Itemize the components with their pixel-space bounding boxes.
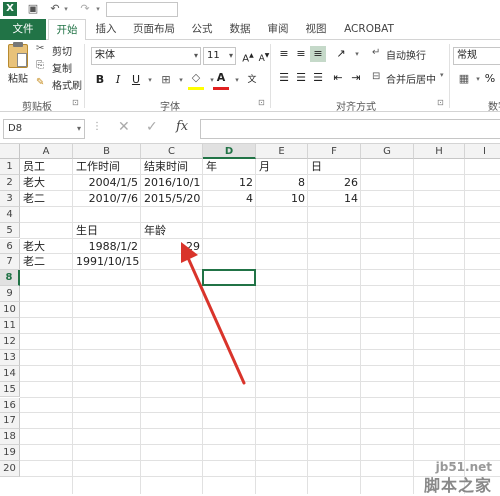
group-divider <box>84 44 85 108</box>
worksheet-grid[interactable]: ABCDEFGHI 1 2 3 4 5 6 7 8 9 10 11 12 13 14 15 16 17 18 19 2… <box>0 144 500 494</box>
undo-dropdown-icon[interactable]: ▾ <box>62 2 70 16</box>
quick-access-toolbar: X ▣ ↶ ▾ ↷ ▾ <box>0 0 500 19</box>
phonetic-icon[interactable]: 文 <box>244 72 260 88</box>
customize-qat-icon[interactable]: ▾ <box>94 2 102 16</box>
insert-function-icon[interactable]: fx <box>176 119 188 134</box>
cut-button[interactable]: 剪切 <box>52 43 72 58</box>
orientation-dropdown-icon[interactable]: ▾ <box>349 46 365 62</box>
name-box-value: D8 <box>8 123 23 134</box>
copy-button[interactable]: 复制 <box>52 60 72 75</box>
orientation-icon[interactable]: ↗ <box>333 46 349 62</box>
ribbon: 粘贴 ✂ 剪切 ⎘ 复制 ✎ 格式刷 剪贴板 ⊡ 宋体 ▾ 11 ▾ A▲ A▼ B… <box>0 40 500 113</box>
tab-review[interactable]: 审阅 <box>262 19 294 40</box>
save-icon[interactable]: ▣ <box>26 2 40 16</box>
increase-indent-icon[interactable]: ⇥ <box>348 70 364 86</box>
align-bottom-icon[interactable]: ≡ <box>310 46 326 62</box>
increase-font-icon[interactable]: A▲ <box>240 48 256 64</box>
title-field <box>106 2 178 17</box>
font-color-swatch <box>213 87 229 90</box>
font-size-value: 11 <box>207 50 220 61</box>
copy-icon[interactable]: ⎘ <box>36 60 44 71</box>
align-left-icon[interactable]: ☰ <box>276 70 292 86</box>
font-name-value: 宋体 <box>95 50 115 61</box>
paste-button[interactable]: 粘贴 <box>8 70 28 85</box>
font-group-label: 字体 <box>160 102 180 113</box>
paste-icon[interactable] <box>8 42 28 68</box>
merge-center-button[interactable]: 合并后居中 <box>386 71 436 86</box>
enter-icon[interactable]: ✓ <box>146 119 158 135</box>
number-format-select[interactable]: 常规 <box>453 47 500 65</box>
group-divider <box>449 44 450 108</box>
fill-color-swatch <box>188 87 204 90</box>
font-size-select[interactable]: 11 ▾ <box>203 47 236 65</box>
annotation-arrow <box>181 242 246 385</box>
font-color-dropdown-icon[interactable]: ▾ <box>229 72 245 88</box>
fill-color-icon[interactable]: ◇ <box>188 70 204 86</box>
annotation-arrow-shaft <box>187 258 246 385</box>
tab-view[interactable]: 视图 <box>300 19 332 40</box>
wrap-text-icon[interactable]: ↵ <box>372 47 380 58</box>
align-right-icon[interactable]: ☰ <box>310 70 326 86</box>
wrap-text-button[interactable]: 自动换行 <box>386 47 426 62</box>
ribbon-tabs: 文件 开始 插入 页面布局 公式 数据 审阅 视图 ACROBAT <box>0 19 500 41</box>
font-name-select[interactable]: 宋体 ▾ <box>91 47 201 65</box>
format-painter-button[interactable]: 格式刷 <box>52 77 82 92</box>
cut-icon[interactable]: ✂ <box>36 43 44 54</box>
excel-logo-icon: X <box>3 2 17 16</box>
tab-home[interactable]: 开始 <box>48 19 86 41</box>
underline-dropdown-icon[interactable]: ▾ <box>142 72 158 88</box>
alignment-group-label: 对齐方式 <box>336 102 376 113</box>
font-color-icon[interactable]: A <box>213 70 229 86</box>
borders-icon[interactable]: ⊞ <box>158 72 174 88</box>
font-launcher-icon[interactable]: ⊡ <box>258 98 265 107</box>
bold-button[interactable]: B <box>92 72 108 88</box>
number-format-value: 常规 <box>457 50 477 61</box>
alignment-launcher-icon[interactable]: ⊡ <box>437 98 444 107</box>
merge-center-icon[interactable]: ⊟ <box>372 71 380 82</box>
italic-button[interactable]: I <box>110 72 126 88</box>
name-box-dropdown-icon[interactable]: ▾ <box>77 120 81 138</box>
tab-formulas[interactable]: 公式 <box>186 19 218 40</box>
percent-style-icon[interactable]: % <box>482 71 498 87</box>
tab-page-layout[interactable]: 页面布局 <box>128 19 180 40</box>
align-top-icon[interactable]: ≡ <box>276 46 292 62</box>
watermark: jb51.net 脚本之家 <box>404 460 494 495</box>
tab-acrobat[interactable]: ACROBAT <box>340 19 398 40</box>
group-divider <box>270 44 271 108</box>
tab-insert[interactable]: 插入 <box>90 19 122 40</box>
align-middle-icon[interactable]: ≡ <box>293 46 309 62</box>
borders-dropdown-icon[interactable]: ▾ <box>173 72 189 88</box>
formula-input[interactable] <box>200 119 500 139</box>
undo-icon[interactable]: ↶ <box>48 2 62 16</box>
tab-data[interactable]: 数据 <box>224 19 256 40</box>
number-group-label: 数字 <box>488 102 500 113</box>
formula-bar: D8 ▾ ⋮ ✕ ✓ fx <box>0 112 500 144</box>
name-box[interactable]: D8 ▾ <box>3 119 85 139</box>
merge-dropdown-icon[interactable]: ▾ <box>440 71 444 79</box>
align-center-icon[interactable]: ☰ <box>293 70 309 86</box>
cancel-icon[interactable]: ✕ <box>118 119 130 135</box>
formula-bar-grip-icon: ⋮ <box>92 121 102 132</box>
clipboard-launcher-icon[interactable]: ⊡ <box>72 98 79 107</box>
clipboard-group-label: 剪贴板 <box>22 102 52 113</box>
watermark-brand: 脚本之家 <box>423 476 492 495</box>
redo-icon[interactable]: ↷ <box>78 2 92 16</box>
tab-file[interactable]: 文件 <box>0 19 46 40</box>
format-painter-icon[interactable]: ✎ <box>36 77 44 88</box>
decrease-indent-icon[interactable]: ⇤ <box>330 70 346 86</box>
